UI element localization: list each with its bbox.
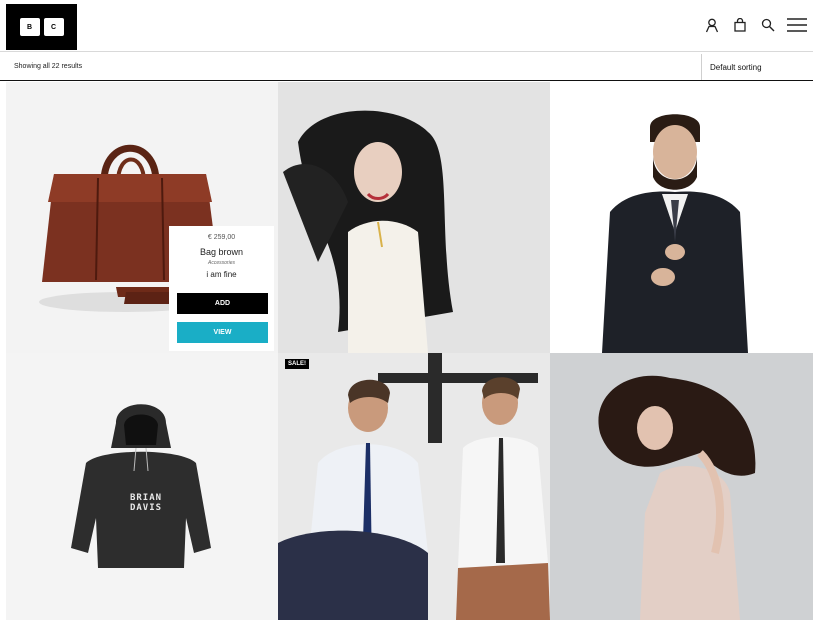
hoodie-print-line: BRIAN [129, 493, 163, 503]
view-product-button[interactable]: VIEW [177, 322, 268, 343]
product-tile-bag[interactable]: € 259,00 Bag brown Accessories i am fine… [6, 82, 278, 353]
shopping-bag-icon[interactable] [731, 16, 749, 34]
logo-letter-2: C [43, 18, 64, 36]
product-tile-man-suit[interactable] [550, 82, 813, 353]
menu-icon[interactable] [787, 16, 807, 34]
site-logo[interactable]: B C [6, 4, 77, 50]
product-name[interactable]: Bag brown [169, 247, 274, 257]
hoodie-print-line: DAVIS [129, 503, 163, 513]
header-icons [703, 16, 807, 34]
woman-jacket-image [283, 110, 453, 353]
two-men-image [278, 353, 550, 620]
product-tile-woman-dress[interactable] [550, 353, 813, 620]
sale-badge: SALE! [285, 359, 309, 369]
man-suit-image [602, 114, 748, 353]
sort-select[interactable]: Default sorting [701, 54, 811, 80]
result-count: Showing all 22 results [14, 63, 83, 70]
add-to-cart-button[interactable]: ADD [177, 293, 268, 314]
shop-toolbar: Showing all 22 results Default sorting [0, 53, 813, 81]
hoodie-image [71, 404, 211, 568]
product-tile-two-men[interactable]: SALE! [278, 353, 550, 620]
product-tile-woman-jacket[interactable] [278, 82, 550, 353]
logo-letter-1: B [19, 18, 40, 36]
site-header: B C [0, 0, 813, 52]
product-category[interactable]: Accessories [169, 260, 274, 266]
woman-dress-image [598, 375, 756, 620]
hoodie-print: BRIAN DAVIS [116, 493, 176, 513]
product-price: € 259,00 [207, 234, 236, 241]
search-icon[interactable] [759, 16, 777, 34]
product-grid: € 259,00 Bag brown Accessories i am fine… [6, 82, 813, 620]
product-tile-hoodie[interactable]: BRIAN DAVIS [6, 353, 278, 620]
product-hover-card: € 259,00 Bag brown Accessories i am fine… [169, 226, 274, 351]
product-description: i am fine [206, 270, 237, 279]
user-icon[interactable] [703, 16, 721, 34]
